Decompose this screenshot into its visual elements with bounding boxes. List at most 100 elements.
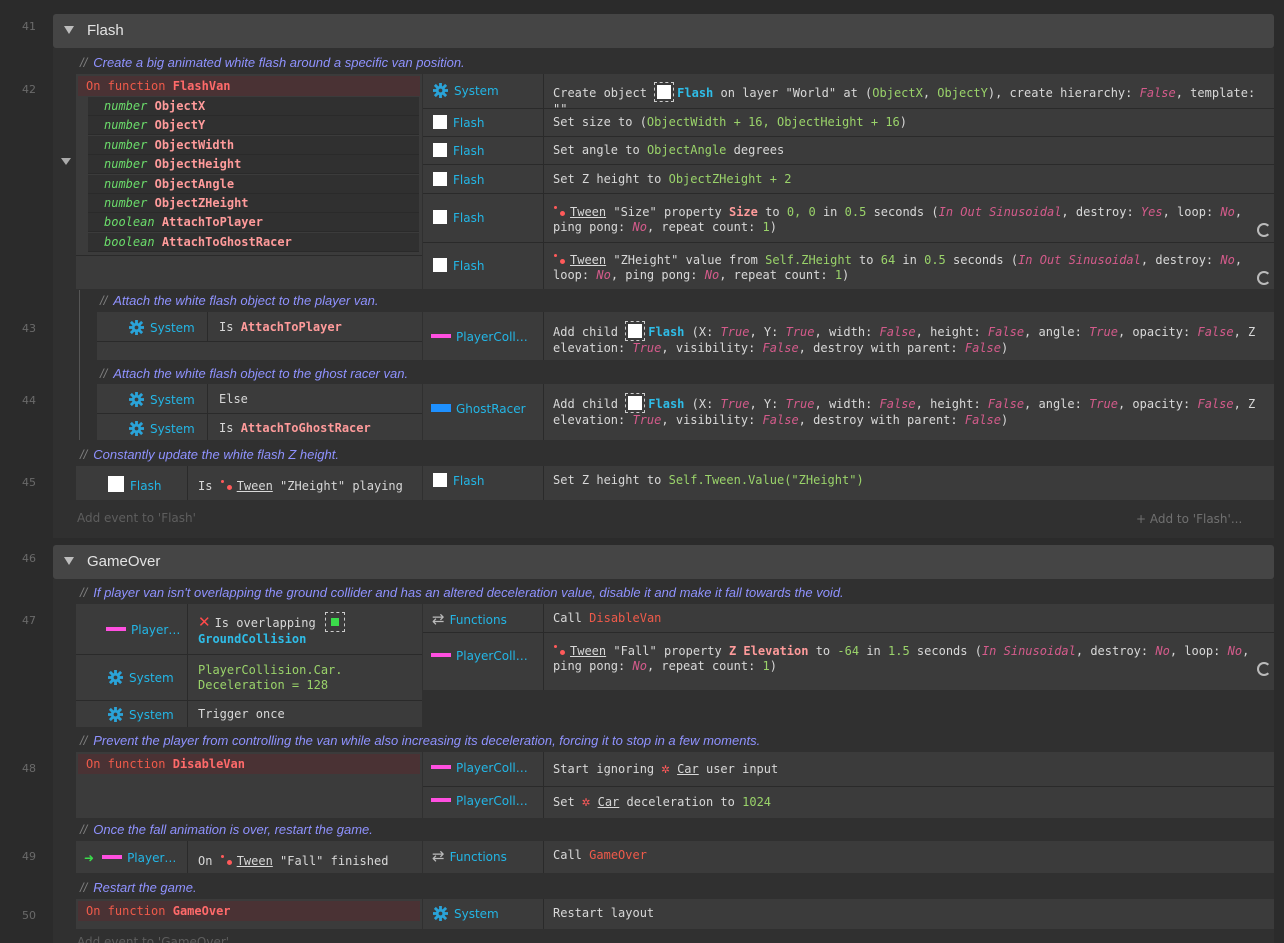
functions-icon: ⇄ (432, 847, 445, 865)
param-row[interactable]: number ObjectY (88, 116, 419, 135)
condition-text[interactable]: ✕ Is overlapping GroundCollision (198, 612, 418, 647)
action-object[interactable]: Flash (433, 258, 484, 273)
action-text[interactable]: Set Z height to ObjectZHeight + 2 (553, 172, 1268, 187)
line-number: 43 (22, 322, 36, 335)
line-number: 47 (22, 614, 36, 627)
event-conditions[interactable]: On function DisableVan (76, 752, 422, 818)
action-text[interactable]: Add child Flash (X: True, Y: True, width… (553, 393, 1268, 428)
param-row[interactable]: number ObjectX (88, 97, 419, 116)
loop-icon (1257, 271, 1271, 285)
condition-object[interactable]: System (129, 392, 195, 407)
gear-icon (129, 320, 144, 335)
action-object[interactable]: PlayerColl… (431, 649, 528, 663)
line-number: 44 (22, 394, 36, 407)
condition-object[interactable]: ➜ Player… (84, 851, 176, 865)
condition-text[interactable]: Is AttachToGhostRacer (219, 421, 419, 436)
comment[interactable]: //Constantly update the white flash Z he… (80, 447, 339, 462)
flash-sprite-icon (433, 210, 447, 224)
flash-sprite-icon (625, 393, 646, 413)
action-object[interactable]: PlayerColl… (431, 794, 528, 808)
condition-text[interactable]: Trigger once (198, 707, 418, 722)
action-object[interactable]: Flash (433, 115, 484, 130)
function-header[interactable]: On function GameOver (78, 901, 420, 921)
condition-object[interactable]: System (129, 421, 195, 436)
comment[interactable]: //Attach the white flash object to the p… (100, 293, 378, 308)
sub-events-toggle-icon[interactable] (61, 158, 71, 165)
param-row[interactable]: number ObjectZHeight (88, 194, 419, 213)
group-header-gameover[interactable]: GameOver (53, 545, 1274, 579)
gear-icon (433, 83, 448, 98)
add-to-group-link[interactable]: + Add to 'Flash'... (1136, 512, 1242, 526)
function-name: FlashVan (172, 79, 231, 93)
action-text[interactable]: Set size to (ObjectWidth + 16, ObjectHei… (553, 115, 1268, 130)
action-object[interactable]: Flash (433, 143, 484, 158)
group-title: GameOver (87, 553, 161, 570)
condition-object[interactable]: Player… (106, 623, 180, 637)
group-header-flash[interactable]: Flash (53, 14, 1274, 48)
param-row[interactable]: boolean AttachToPlayer (88, 213, 419, 232)
comment[interactable]: //If player van isn't overlapping the gr… (80, 585, 844, 600)
action-text[interactable]: Set Z height to Self.Tween.Value("ZHeigh… (553, 473, 1268, 488)
line-number: 50 (22, 909, 36, 922)
function-header[interactable]: On function DisableVan (78, 754, 420, 774)
flash-sprite-icon (108, 476, 124, 492)
event-conditions[interactable]: On function GameOver (76, 899, 422, 929)
condition-text[interactable]: Else (219, 392, 419, 407)
condition-text[interactable]: Is AttachToPlayer (219, 320, 419, 335)
action-text[interactable]: Tween "Fall" property Z Elevation to -64… (553, 644, 1253, 674)
tween-behavior-icon (220, 854, 236, 866)
comment[interactable]: //Create a big animated white flash arou… (80, 55, 465, 70)
action-text[interactable]: Create object Flash on layer "World" at … (553, 82, 1268, 117)
condition-text[interactable]: PlayerCollision.Car. Deceleration = 128 (198, 663, 418, 693)
condition-object[interactable]: Flash (108, 476, 161, 493)
action-object[interactable]: ⇄ Functions (432, 610, 507, 628)
tween-behavior-icon (553, 253, 569, 265)
action-object[interactable]: GhostRacer (431, 402, 526, 416)
collapse-triangle-icon[interactable] (64, 26, 74, 34)
add-event-link[interactable]: Add event to 'GameOver' (77, 935, 229, 943)
action-text[interactable]: Add child Flash (X: True, Y: True, width… (553, 321, 1268, 356)
gear-icon (129, 392, 144, 407)
action-text[interactable]: Start ignoring ✲ Car user input (553, 762, 1268, 777)
condition-text[interactable]: Is Tween "ZHeight" playing (198, 479, 418, 494)
flash-sprite-icon (625, 321, 646, 341)
action-text[interactable]: Restart layout (553, 906, 1268, 921)
line-number: 42 (22, 83, 36, 96)
param-row[interactable]: number ObjectHeight (88, 155, 419, 174)
action-object[interactable]: Flash (433, 172, 484, 187)
add-event-link[interactable]: Add event to 'Flash' (77, 511, 196, 525)
action-text[interactable]: Set angle to ObjectAngle degrees (553, 143, 1268, 158)
gear-icon (129, 421, 144, 436)
condition-object[interactable]: System (108, 670, 174, 685)
player-collision-icon (431, 765, 451, 769)
action-object[interactable]: System (433, 906, 499, 921)
action-text[interactable]: Call DisableVan (553, 611, 1268, 626)
action-text[interactable]: Tween "ZHeight" value from Self.ZHeight … (553, 253, 1268, 283)
player-collision-icon (431, 653, 451, 657)
comment[interactable]: //Restart the game. (80, 880, 197, 895)
action-text[interactable]: Set ✲ Car deceleration to 1024 (553, 795, 1268, 810)
param-row[interactable]: number ObjectWidth (88, 136, 419, 155)
action-object[interactable]: Flash (433, 473, 484, 488)
collapse-triangle-icon[interactable] (64, 557, 74, 565)
comment[interactable]: //Attach the white flash object to the g… (100, 366, 408, 381)
function-header[interactable]: On function FlashVan (78, 76, 420, 96)
action-text[interactable]: Tween "Size" property Size to 0, 0 in 0.… (553, 205, 1268, 235)
comment[interactable]: //Prevent the player from controlling th… (80, 733, 760, 748)
condition-object[interactable]: System (108, 707, 174, 722)
action-object[interactable]: ⇄ Functions (432, 847, 507, 865)
action-object[interactable]: PlayerColl… (431, 761, 528, 775)
condition-text[interactable]: On Tween "Fall" finished (198, 854, 418, 869)
action-object[interactable]: Flash (433, 210, 484, 225)
player-collision-icon (106, 627, 126, 631)
comment[interactable]: //Once the fall animation is over, resta… (80, 822, 373, 837)
ghost-racer-icon (431, 404, 451, 412)
param-row[interactable]: boolean AttachToGhostRacer (88, 233, 419, 252)
condition-object[interactable]: System (129, 320, 195, 335)
action-text[interactable]: Call GameOver (553, 848, 1268, 863)
action-object[interactable]: PlayerColl… (431, 330, 528, 344)
inverted-condition-icon: ✕ (198, 613, 211, 631)
flash-sprite-icon (433, 115, 447, 129)
action-object[interactable]: System (433, 83, 499, 98)
param-row[interactable]: number ObjectAngle (88, 175, 419, 194)
